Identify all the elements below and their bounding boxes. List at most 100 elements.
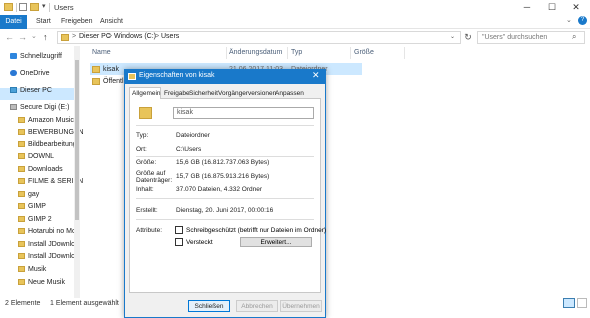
tab-share[interactable]: Freigeben [61, 15, 93, 29]
maximize-button[interactable]: ☐ [540, 0, 564, 14]
advanced-button[interactable]: Erweitert... [240, 237, 312, 247]
breadcrumb-this-pc[interactable]: Dieser PC [79, 33, 111, 40]
hidden-checkbox[interactable] [175, 238, 183, 246]
drive-icon [10, 104, 17, 111]
large-icons-view-icon[interactable] [577, 298, 587, 308]
details-view-icon[interactable] [563, 298, 575, 308]
scrollbar-thumb[interactable] [75, 60, 79, 220]
tab-customize[interactable]: Anpassen [273, 88, 306, 99]
close-dialog-button[interactable]: Schließen [188, 300, 230, 312]
divider [136, 156, 314, 157]
folder-icon [18, 117, 25, 124]
divider [350, 47, 351, 59]
tab-view[interactable]: Ansicht [100, 15, 123, 29]
close-button[interactable]: ✕ [564, 0, 588, 14]
sidebar-item-label: Downloads [28, 166, 63, 173]
sidebar-item[interactable]: Amazon Music [18, 115, 92, 127]
apply-button[interactable]: Übernehmen [280, 300, 322, 312]
sidebar-item[interactable]: Dieser PC [10, 85, 84, 97]
folder-icon [18, 191, 25, 198]
sidebar-item[interactable]: Secure Digi (E:) [10, 102, 84, 114]
sidebar-item[interactable]: Downloads [18, 164, 92, 176]
sidebar-item[interactable]: DOWNL [18, 151, 92, 163]
folder-icon [18, 178, 25, 185]
attributes-label: Attribute: [136, 227, 163, 234]
sidebar-item[interactable]: BEWERBUNGEN [18, 127, 92, 139]
minimize-button[interactable]: ─ [515, 0, 539, 14]
back-button[interactable]: ← [5, 31, 14, 43]
folder-icon [18, 216, 25, 223]
hidden-label: Versteckt [186, 239, 213, 246]
sidebar-item[interactable]: Schnellzugriff [10, 51, 84, 63]
new-folder-icon[interactable] [30, 3, 39, 11]
up-button[interactable]: ↑ [43, 31, 48, 43]
selection-count: 1 Element ausgewählt [50, 300, 119, 307]
tab-security[interactable]: Sicherheit [187, 88, 220, 99]
quick-access-dropdown[interactable]: ▾ [42, 2, 46, 10]
chevron-down-icon[interactable]: ⌄ [566, 16, 572, 24]
sidebar-item[interactable]: Install JDownloa [18, 239, 92, 251]
folder-icon [18, 153, 25, 160]
breadcrumb-users[interactable]: Users [161, 33, 179, 40]
sidebar-item[interactable]: Neue Musik [18, 277, 92, 289]
cancel-button[interactable]: Abbrechen [236, 300, 278, 312]
dialog-close-button[interactable]: ✕ [312, 70, 320, 81]
help-icon[interactable]: ? [578, 16, 587, 25]
search-icon[interactable]: ⌕ [572, 32, 576, 42]
folder-name-field[interactable] [173, 107, 314, 119]
divider [136, 125, 314, 126]
size-on-disk-label: Größe auf [136, 170, 166, 177]
sidebar-item[interactable]: GIMP 2 [18, 214, 92, 226]
sidebar-item-label: Hotarubi no Mori [28, 228, 80, 235]
file-name[interactable]: kisak [103, 66, 119, 73]
sidebar-item-label: Neue Musik [28, 279, 65, 286]
column-size[interactable]: Größe [354, 49, 374, 56]
chevron-down-icon[interactable]: ⌄ [450, 33, 455, 40]
column-date[interactable]: Änderungsdatum [229, 49, 282, 56]
sidebar-item[interactable]: Install JDownlo [18, 251, 92, 263]
divider [136, 198, 314, 199]
folder-icon [18, 253, 25, 260]
sidebar-item[interactable]: OneDrive [10, 68, 84, 80]
contents-label: Inhalt: [136, 186, 154, 193]
contents-value: 37.070 Dateien, 4.332 Ordner [176, 186, 263, 193]
properties-icon[interactable] [19, 3, 27, 11]
tab-previous-versions[interactable]: Vorgängerversionen [216, 88, 278, 99]
divider [404, 47, 405, 59]
breadcrumb-windows-c[interactable]: Windows (C:) [114, 33, 156, 40]
recent-locations-button[interactable]: ⌄ [31, 31, 37, 43]
sidebar-item[interactable]: Hotarubi no Mori [18, 226, 92, 238]
size-label: Größe: [136, 159, 157, 166]
column-name[interactable]: Name [92, 49, 111, 56]
forward-button[interactable]: → [18, 31, 27, 43]
tab-panel-general [129, 98, 321, 293]
folder-icon [18, 228, 25, 235]
folder-icon [139, 107, 152, 119]
tab-general[interactable]: Allgemein [129, 87, 161, 99]
sidebar-item-label: Install JDownlo [28, 253, 76, 260]
star-icon [10, 53, 17, 60]
sidebar-item-label: Musik [28, 266, 47, 273]
sidebar-item-label: Install JDownloa [28, 241, 79, 248]
refresh-icon[interactable]: ↻ [462, 31, 474, 44]
breadcrumb-separator: > [155, 33, 160, 40]
folder-icon [92, 78, 100, 85]
tab-file[interactable]: Datei [0, 15, 27, 29]
size-on-disk-value: 15,7 GB (16.875.913.216 Bytes) [176, 173, 270, 180]
readonly-checkbox[interactable] [175, 226, 183, 234]
folder-icon [18, 241, 25, 248]
folder-icon [18, 141, 25, 148]
sidebar-item[interactable]: Musik [18, 264, 92, 276]
sidebar-item[interactable]: Bildbearbeitung [18, 139, 92, 151]
title-bar [0, 0, 590, 15]
sidebar-item[interactable]: FILME & SERIEN [18, 176, 92, 188]
sidebar-item-label: Dieser PC [20, 87, 52, 94]
sidebar-item[interactable]: GIMP [18, 201, 92, 213]
column-type[interactable]: Typ [291, 49, 302, 56]
sidebar-item[interactable]: gay [18, 189, 92, 201]
sidebar-item-label: OneDrive [20, 70, 50, 77]
folder-icon [18, 279, 25, 286]
folder-icon [61, 34, 69, 41]
tab-start[interactable]: Start [36, 15, 51, 29]
divider [226, 47, 227, 59]
